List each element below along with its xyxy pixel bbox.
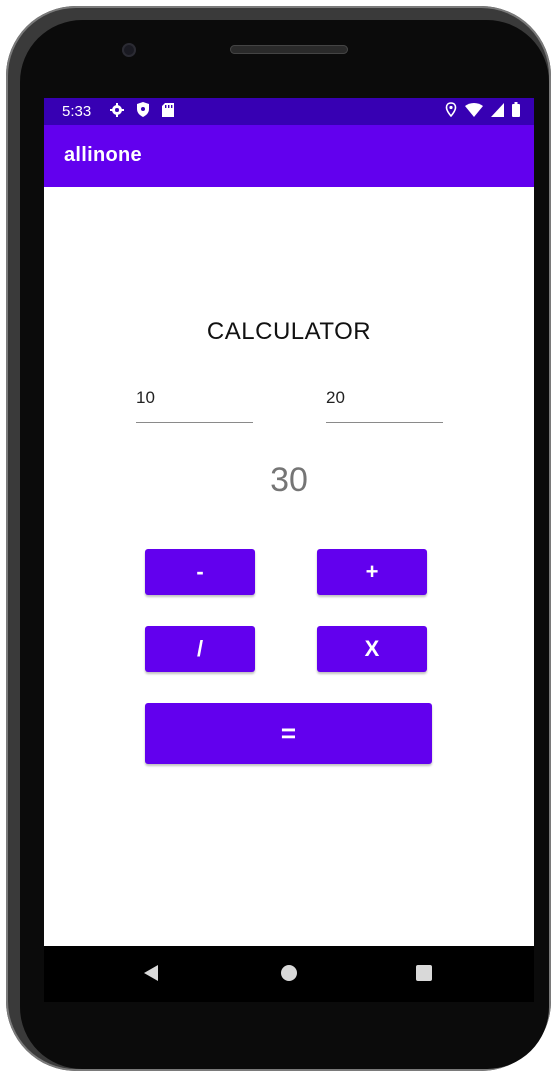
app-bar: allinone [44, 125, 534, 187]
location-icon [445, 102, 457, 117]
navigation-bar [44, 946, 534, 1002]
status-icons-right [445, 102, 520, 117]
calculator-title: CALCULATOR [206, 318, 372, 345]
divide-button[interactable]: / [145, 626, 255, 672]
shield-icon [137, 102, 149, 117]
back-icon[interactable] [144, 965, 158, 981]
app-screen: 5:33 allinone CALCULATOR 10 20 30 - + / … [44, 98, 534, 946]
sd-card-icon [162, 102, 174, 117]
front-camera [122, 43, 136, 57]
add-button[interactable]: + [317, 549, 427, 595]
home-icon[interactable] [281, 965, 297, 981]
app-title: allinone [64, 144, 142, 166]
status-icons-left [110, 102, 174, 117]
gear-icon [110, 102, 124, 117]
second-number-input[interactable]: 20 [326, 382, 443, 423]
result-display: 30 [270, 461, 308, 499]
signal-icon [491, 102, 504, 117]
multiply-button[interactable]: X [317, 626, 427, 672]
battery-icon [512, 102, 520, 117]
first-number-value: 10 [136, 388, 155, 407]
second-number-value: 20 [326, 388, 345, 407]
wifi-icon [465, 102, 483, 117]
first-number-input[interactable]: 10 [136, 382, 253, 423]
status-bar: 5:33 [44, 98, 534, 125]
equals-button[interactable]: = [145, 703, 432, 764]
earpiece-speaker [230, 45, 348, 54]
recents-icon[interactable] [416, 965, 432, 981]
status-time: 5:33 [62, 103, 92, 120]
subtract-button[interactable]: - [145, 549, 255, 595]
